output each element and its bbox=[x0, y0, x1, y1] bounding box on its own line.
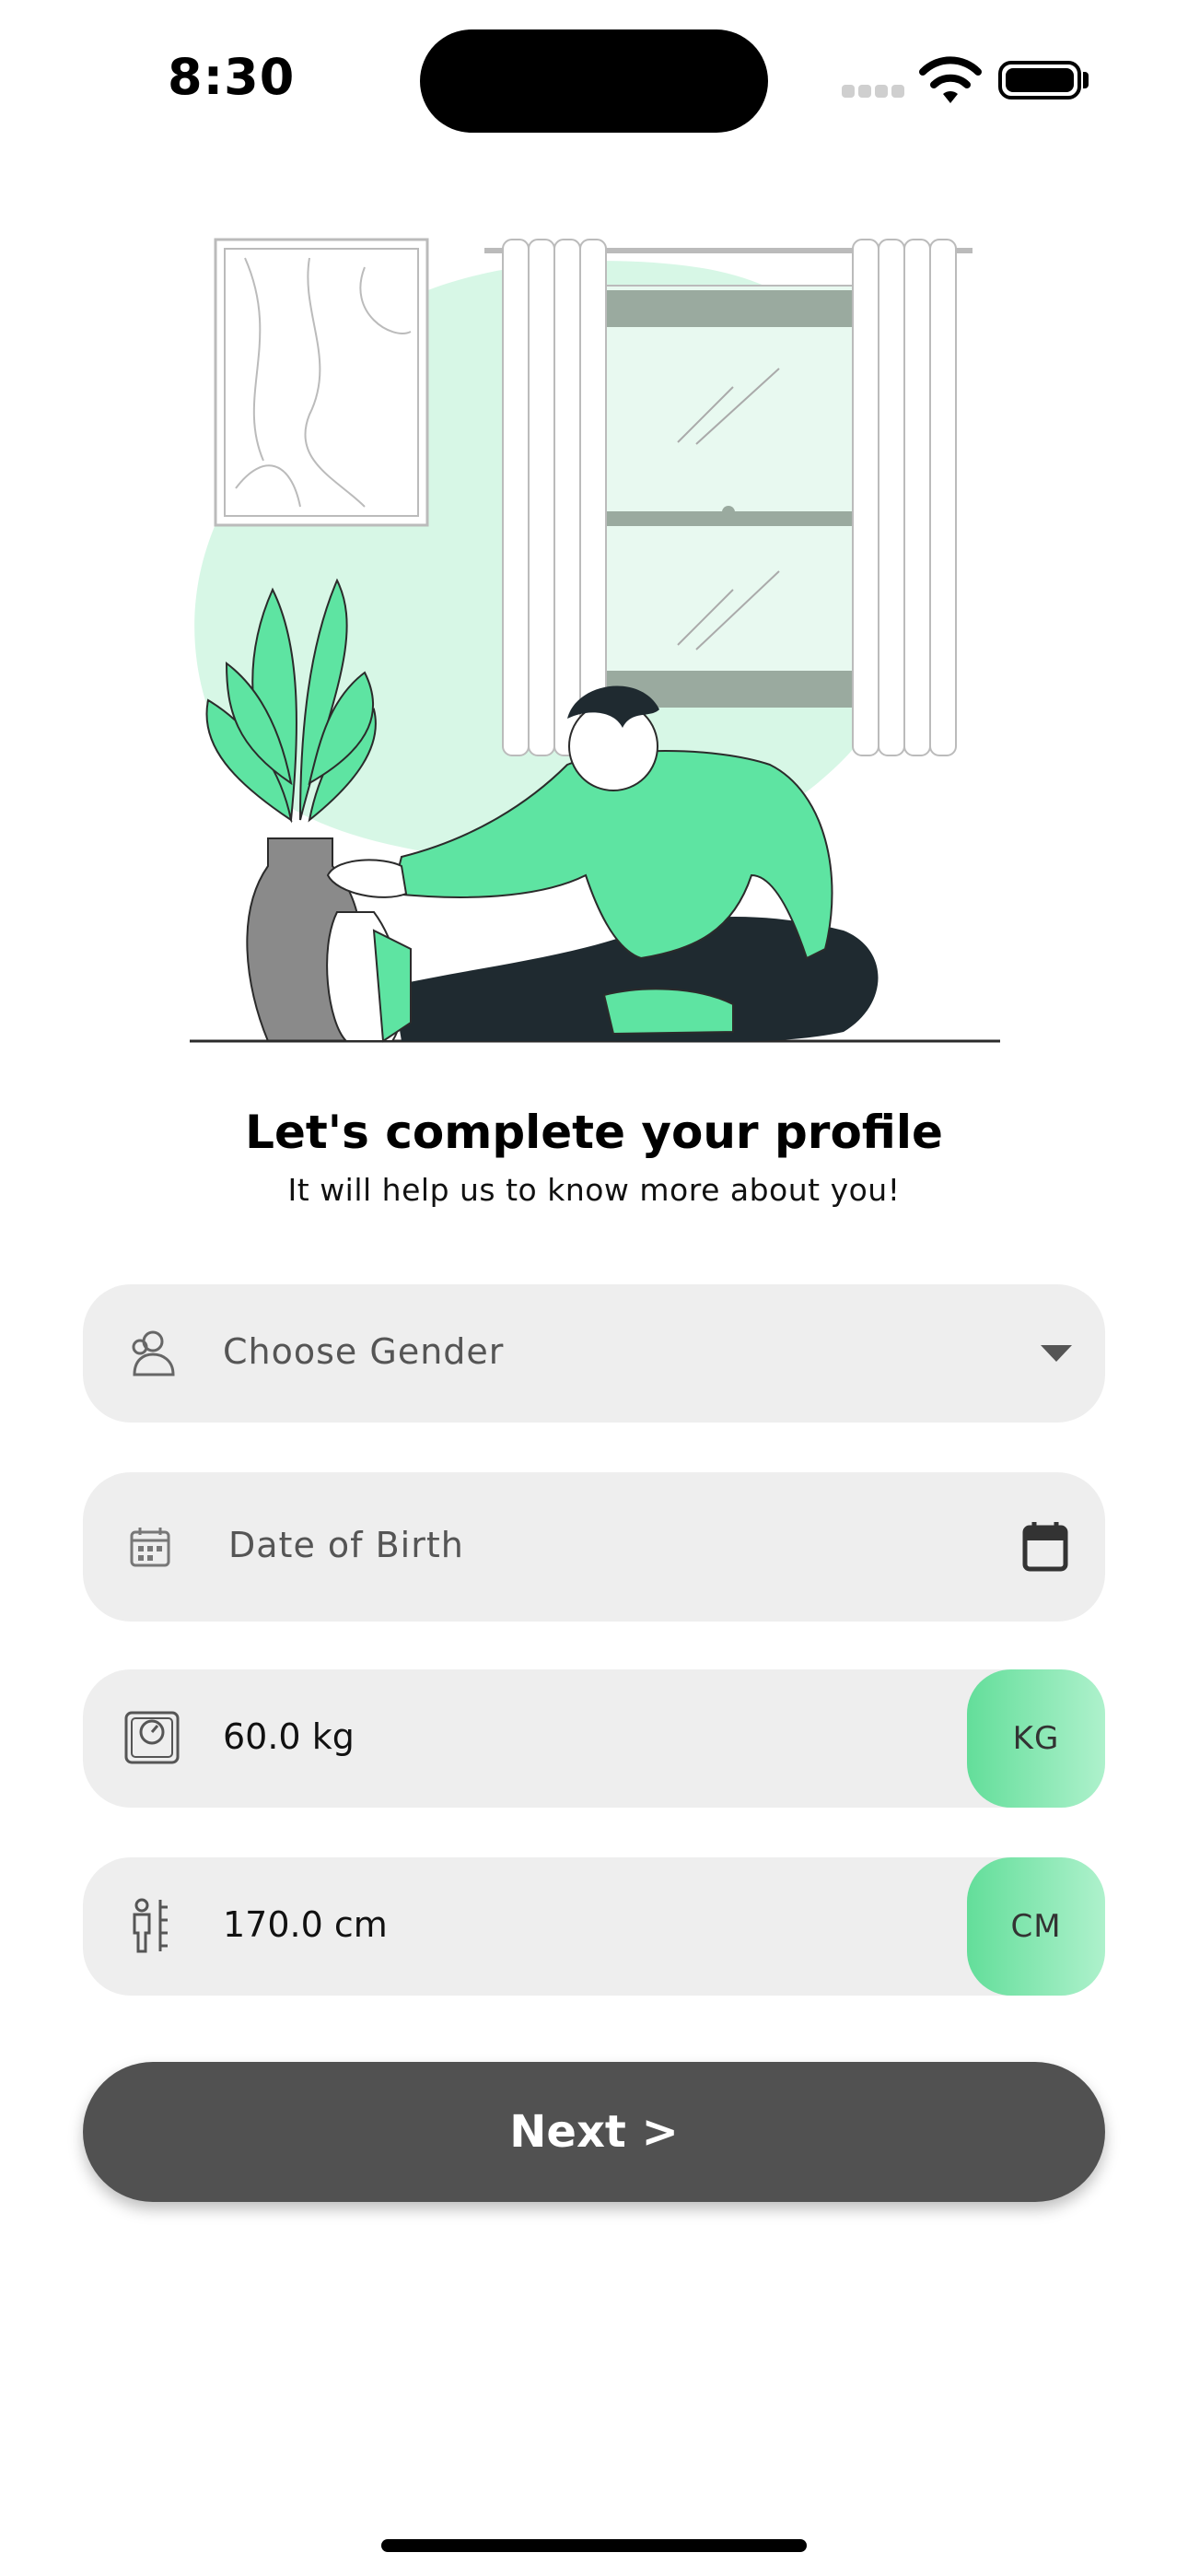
height-unit-button[interactable]: CM bbox=[967, 1857, 1105, 1996]
calendar-icon[interactable] bbox=[1022, 1520, 1068, 1572]
status-bar: 8:30 bbox=[0, 0, 1188, 157]
home-indicator[interactable] bbox=[381, 2539, 807, 2552]
cellular-signal-icon bbox=[842, 85, 904, 98]
dropdown-arrow-icon[interactable] bbox=[1041, 1345, 1072, 1364]
next-button[interactable]: Next > bbox=[83, 2062, 1105, 2202]
users-icon bbox=[132, 1330, 175, 1376]
page-title: Let's complete your profile bbox=[245, 1106, 943, 1159]
page-subtitle: It will help us to know more about you! bbox=[287, 1172, 901, 1208]
dob-placeholder: Date of Birth bbox=[228, 1525, 464, 1565]
scale-icon bbox=[124, 1711, 180, 1764]
workout-illustration bbox=[190, 238, 1000, 1043]
gender-placeholder: Choose Gender bbox=[223, 1331, 505, 1372]
status-time: 8:30 bbox=[168, 48, 296, 106]
weight-field[interactable]: 60.0 kg KG bbox=[83, 1669, 1105, 1808]
height-field[interactable]: 170.0 cm CM bbox=[83, 1857, 1105, 1996]
date-of-birth-field[interactable]: Date of Birth bbox=[83, 1472, 1105, 1622]
height-value[interactable]: 170.0 cm bbox=[223, 1904, 388, 1945]
wifi-icon bbox=[919, 56, 982, 103]
gender-select[interactable]: Choose Gender bbox=[83, 1284, 1105, 1423]
calendar-small-icon bbox=[130, 1528, 170, 1567]
battery-icon bbox=[998, 61, 1081, 100]
weight-unit-button[interactable]: KG bbox=[967, 1669, 1105, 1808]
height-icon bbox=[133, 1898, 168, 1953]
dynamic-island bbox=[420, 29, 768, 133]
weight-value[interactable]: 60.0 kg bbox=[223, 1716, 355, 1757]
